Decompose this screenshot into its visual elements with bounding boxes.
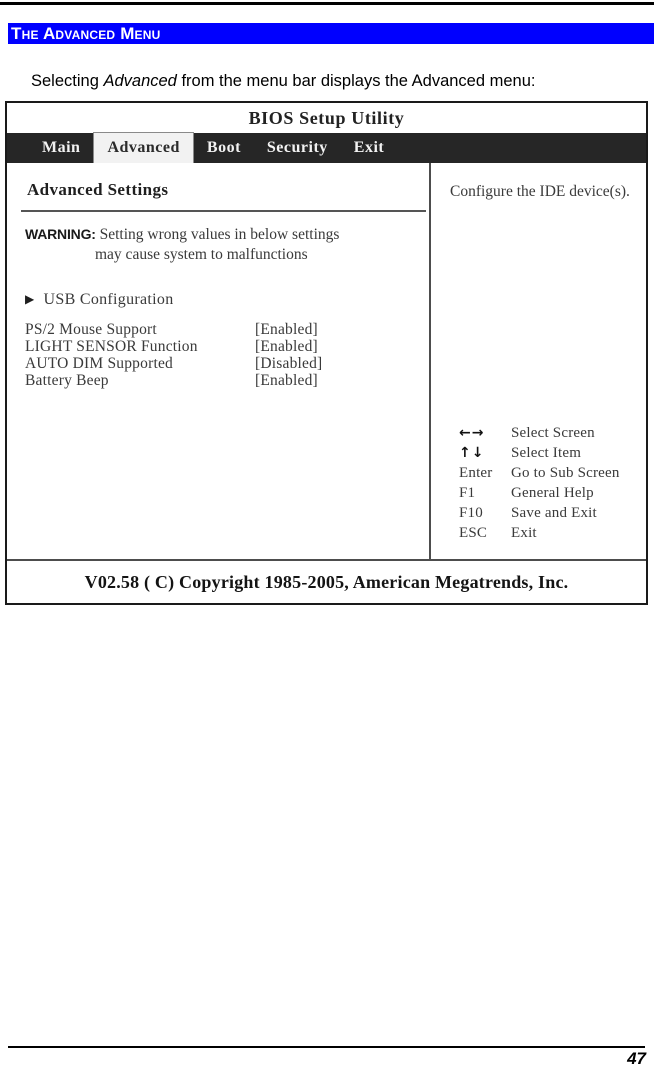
- setting-value[interactable]: [Enabled]: [255, 338, 405, 355]
- key-legend-description: Select Item: [511, 445, 582, 461]
- tab-security[interactable]: Security: [254, 133, 341, 163]
- settings-list: PS/2 Mouse Support [Enabled] LIGHT SENSO…: [25, 321, 415, 389]
- help-pane: Configure the IDE device(s). ←→ Select S…: [431, 163, 646, 559]
- right-triangle-icon: ▶: [25, 292, 35, 306]
- tab-exit[interactable]: Exit: [341, 133, 397, 163]
- setting-label: AUTO DIM Supported: [25, 355, 173, 372]
- settings-heading-rule: [21, 210, 426, 212]
- warning-line-1: Setting wrong values in below settings: [95, 226, 340, 243]
- page-number: 47: [627, 1049, 646, 1068]
- setting-label: PS/2 Mouse Support: [25, 321, 157, 338]
- page-footer-rule: [8, 1046, 645, 1048]
- intro-text-before: Selecting: [31, 71, 104, 90]
- warning-label: WARNING:: [25, 226, 96, 242]
- key-legend-row-select-item: ↑↓ Select Item: [459, 443, 654, 463]
- bios-setup-screenshot: BIOS Setup Utility Main Advanced Boot Se…: [5, 101, 648, 605]
- bios-title: BIOS Setup Utility: [7, 103, 646, 133]
- key-legend-description: Select Screen: [511, 425, 595, 441]
- key-legend-description: Exit: [511, 525, 537, 541]
- submenu-usb-configuration[interactable]: ▶ USB Configuration: [25, 291, 174, 309]
- submenu-label: USB Configuration: [43, 291, 174, 308]
- section-heading: The Advanced Menu: [8, 23, 654, 44]
- setting-label: Battery Beep: [25, 372, 109, 389]
- bios-menu-bar: Main Advanced Boot Security Exit: [7, 132, 646, 164]
- key-legend-row-enter: Enter Go to Sub Screen: [459, 463, 654, 483]
- help-text: Configure the IDE device(s).: [450, 183, 630, 200]
- key-legend-row-f1: F1 General Help: [459, 483, 654, 503]
- up-down-arrow-icon: ↑↓: [459, 445, 485, 461]
- key-legend-key: ESC: [459, 525, 488, 541]
- key-legend-row-select-screen: ←→ Select Screen: [459, 423, 654, 443]
- setting-value[interactable]: [Disabled]: [255, 355, 405, 372]
- setting-value[interactable]: [Enabled]: [255, 321, 405, 338]
- setting-row-ps2-mouse-support[interactable]: PS/2 Mouse Support [Enabled]: [25, 321, 415, 338]
- key-legend-row-esc: ESC Exit: [459, 523, 654, 543]
- intro-italic-term: Advanced: [103, 71, 177, 90]
- bios-copyright-footer: V02.58 ( C) Copyright 1985-2005, America…: [7, 559, 646, 603]
- warning-message: WARNING: Setting wrong values in below s…: [25, 224, 420, 265]
- tab-boot[interactable]: Boot: [194, 133, 254, 163]
- setting-row-light-sensor-function[interactable]: LIGHT SENSOR Function [Enabled]: [25, 338, 415, 355]
- intro-paragraph: Selecting Advanced from the menu bar dis…: [31, 69, 652, 93]
- advanced-settings-heading: Advanced Settings: [27, 180, 169, 199]
- setting-row-auto-dim-supported[interactable]: AUTO DIM Supported [Disabled]: [25, 355, 415, 372]
- tab-main[interactable]: Main: [29, 133, 93, 163]
- key-legend-key: F10: [459, 505, 483, 521]
- key-legend-key: Enter: [459, 465, 493, 481]
- bios-tab-list: Main Advanced Boot Security Exit: [29, 132, 397, 164]
- warning-line-2: may cause system to malfunctions: [95, 246, 308, 263]
- tab-advanced[interactable]: Advanced: [93, 132, 194, 164]
- key-legend-key: F1: [459, 485, 476, 501]
- setting-row-battery-beep[interactable]: Battery Beep [Enabled]: [25, 372, 415, 389]
- page-top-rule: [0, 2, 654, 5]
- key-legend: ←→ Select Screen ↑↓ Select Item Enter Go…: [459, 423, 654, 543]
- key-legend-description: General Help: [511, 485, 594, 501]
- left-right-arrow-icon: ←→: [459, 425, 485, 441]
- bios-content-area: Advanced Settings WARNING: Setting wrong…: [7, 163, 646, 559]
- advanced-settings-pane: Advanced Settings WARNING: Setting wrong…: [7, 163, 429, 559]
- key-legend-description: Go to Sub Screen: [511, 465, 620, 481]
- setting-label: LIGHT SENSOR Function: [25, 338, 198, 355]
- key-legend-row-f10: F10 Save and Exit: [459, 503, 654, 523]
- key-legend-description: Save and Exit: [511, 505, 597, 521]
- intro-text-after: from the menu bar displays the Advanced …: [176, 71, 536, 90]
- setting-value[interactable]: [Enabled]: [255, 372, 405, 389]
